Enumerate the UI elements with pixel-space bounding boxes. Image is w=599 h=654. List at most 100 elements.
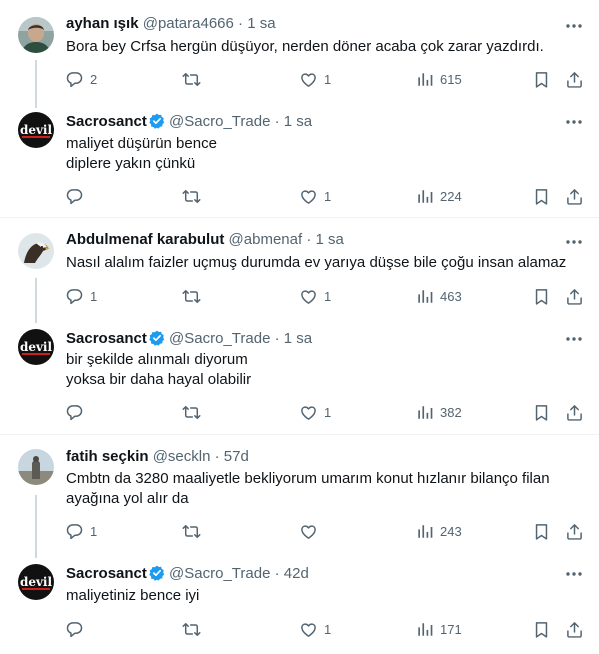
share-icon	[567, 288, 582, 305]
avatar-sacrosanct[interactable]: devil	[18, 564, 54, 600]
bookmark-button[interactable]	[532, 619, 551, 639]
views-icon	[418, 289, 433, 303]
view-count: 463	[440, 288, 462, 304]
like-count: 1	[324, 621, 332, 637]
like-button[interactable]: 1	[299, 69, 331, 89]
separator-dot: ·	[274, 330, 280, 347]
more-icon[interactable]	[564, 232, 584, 252]
like-icon	[301, 405, 316, 420]
tweet-header: Sacrosanct @Sacro_Trade · 42d	[66, 564, 309, 584]
avatar-sacrosanct[interactable]: devil	[18, 112, 54, 148]
repost-button[interactable]	[182, 186, 201, 206]
author-name[interactable]: Sacrosanct	[66, 565, 147, 582]
views-button[interactable]: 463	[415, 286, 462, 306]
views-button[interactable]: 224	[415, 186, 462, 206]
bookmark-button[interactable]	[532, 402, 551, 422]
like-button[interactable]: 1	[299, 619, 331, 639]
view-count: 615	[440, 71, 462, 87]
avatar-ayhan[interactable]	[18, 17, 54, 53]
timestamp[interactable]: 1 sa	[284, 330, 312, 347]
avatar-fatih[interactable]	[18, 449, 54, 485]
repost-button[interactable]	[182, 402, 201, 422]
repost-icon	[182, 72, 201, 86]
tweet-sacrosanct-3[interactable]: devil Sacrosanct @Sacro_Trade · 42d mali…	[0, 556, 599, 654]
avatar-sacrosanct[interactable]: devil	[18, 329, 54, 365]
repost-button[interactable]	[182, 286, 201, 306]
author-handle[interactable]: @Sacro_Trade	[169, 113, 270, 130]
share-icon	[567, 188, 582, 205]
like-button[interactable]: 1	[299, 286, 331, 306]
tweet-text: Nasıl alalım faizler uçmuş durumda ev ya…	[66, 253, 576, 273]
author-name[interactable]: Abdulmenaf karabulut	[66, 231, 224, 248]
share-button[interactable]	[565, 402, 584, 422]
views-button[interactable]: 171	[415, 619, 462, 639]
repost-button[interactable]	[182, 521, 201, 541]
tweet-text-line: Nasıl alalım faizler uçmuş durumda ev ya…	[66, 254, 567, 271]
separator-dot: ·	[238, 15, 244, 32]
timestamp[interactable]: 1 sa	[315, 231, 343, 248]
like-button[interactable]: 1	[299, 186, 331, 206]
author-name[interactable]: fatih seçkin	[66, 448, 149, 465]
more-icon[interactable]	[564, 16, 584, 36]
like-button[interactable]	[299, 521, 318, 541]
tweet-text: bir şekilde alınmalı diyorum yoksa bir d…	[66, 350, 576, 390]
views-button[interactable]: 615	[415, 69, 462, 89]
repost-icon	[182, 524, 201, 538]
author-name[interactable]: Sacrosanct	[66, 330, 147, 347]
bookmark-button[interactable]	[532, 186, 551, 206]
bookmark-button[interactable]	[532, 286, 551, 306]
share-icon	[567, 404, 582, 421]
bookmark-icon	[535, 523, 548, 540]
timestamp[interactable]: 42d	[284, 565, 309, 582]
author-name[interactable]: Sacrosanct	[66, 113, 147, 130]
reply-button[interactable]	[65, 186, 84, 206]
author-handle[interactable]: @seckln	[153, 448, 211, 465]
bookmark-button[interactable]	[532, 69, 551, 89]
tweet-fatih[interactable]: fatih seçkin @seckln · 57d Cmbtn da 3280…	[0, 435, 599, 558]
reply-button[interactable]: 1	[65, 521, 97, 541]
reply-button[interactable]: 2	[65, 69, 97, 89]
timestamp[interactable]: 1 sa	[247, 15, 275, 32]
views-icon	[418, 189, 433, 203]
verified-badge-icon	[148, 565, 165, 581]
like-icon	[301, 622, 316, 637]
more-icon[interactable]	[564, 564, 584, 584]
share-button[interactable]	[565, 69, 584, 89]
repost-button[interactable]	[182, 619, 201, 639]
avatar-abdulmenaf[interactable]	[18, 233, 54, 269]
tweet-sacrosanct-2[interactable]: devil Sacrosanct @Sacro_Trade · 1 sa bir…	[0, 321, 599, 434]
share-button[interactable]	[565, 186, 584, 206]
author-handle[interactable]: @abmenaf	[229, 231, 303, 248]
author-handle[interactable]: @Sacro_Trade	[169, 330, 270, 347]
tweet-text-line: Cmbtn da 3280 maaliyetle bekliyorum umar…	[66, 470, 550, 487]
tweet-text: maliyetiniz bence iyi	[66, 586, 576, 606]
author-handle[interactable]: @patara4666	[143, 15, 234, 32]
author-handle[interactable]: @Sacro_Trade	[169, 565, 270, 582]
share-button[interactable]	[565, 521, 584, 541]
reply-count: 1	[90, 523, 98, 539]
tweet-text-line: ayağına yol alır da	[66, 490, 189, 507]
timestamp[interactable]: 1 sa	[284, 113, 312, 130]
reply-button[interactable]	[65, 402, 84, 422]
bookmark-button[interactable]	[532, 521, 551, 541]
tweet-ayhan[interactable]: ayhan ışık @patara4666 · 1 sa Bora bey C…	[0, 0, 599, 108]
share-button[interactable]	[565, 619, 584, 639]
views-button[interactable]: 243	[415, 521, 462, 541]
author-name[interactable]: ayhan ışık	[66, 15, 139, 32]
reply-button[interactable]	[65, 619, 84, 639]
reply-button[interactable]: 1	[65, 286, 97, 306]
like-count: 1	[324, 188, 332, 204]
timestamp[interactable]: 57d	[224, 448, 249, 465]
repost-icon	[182, 622, 201, 636]
reply-icon	[66, 404, 83, 420]
more-icon[interactable]	[564, 112, 584, 132]
tweet-abdulmenaf[interactable]: Abdulmenaf karabulut @abmenaf · 1 sa Nas…	[0, 218, 599, 323]
views-icon	[418, 405, 433, 419]
like-button[interactable]: 1	[299, 402, 331, 422]
tweet-sacrosanct-1[interactable]: devil Sacrosanct @Sacro_Trade · 1 sa mal…	[0, 104, 599, 217]
repost-button[interactable]	[182, 69, 201, 89]
reply-icon	[66, 188, 83, 204]
share-button[interactable]	[565, 286, 584, 306]
views-button[interactable]: 382	[415, 402, 462, 422]
more-icon[interactable]	[564, 329, 584, 349]
